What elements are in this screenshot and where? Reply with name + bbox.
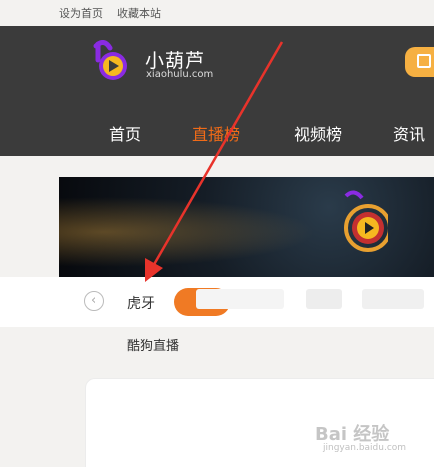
top-bar: 设为首页 收藏本站 <box>0 0 434 26</box>
platform-tab-blurred[interactable] <box>306 289 342 309</box>
set-homepage-link[interactable]: 设为首页 <box>59 5 103 21</box>
banner-logo-icon <box>344 190 388 252</box>
nav-news[interactable]: 资讯 <box>393 121 425 145</box>
logo-domain: xiaohulu.com <box>146 69 214 80</box>
prev-button[interactable]: ‹ <box>84 291 104 311</box>
platform-kugou-live[interactable]: 酷狗直播 <box>127 335 179 354</box>
chevron-left-icon: ‹ <box>91 293 97 308</box>
bookmark-link[interactable]: 收藏本站 <box>117 5 161 21</box>
platform-tab-huya[interactable]: 虎牙 <box>127 293 155 313</box>
gift-icon <box>417 54 431 68</box>
gift-button[interactable] <box>405 47 434 77</box>
nav-video-rank[interactable]: 视频榜 <box>294 121 342 145</box>
play-gourd-logo-icon[interactable] <box>92 40 132 82</box>
nav-home[interactable]: 首页 <box>109 121 141 145</box>
watermark-sub: jingyan.baidu.com <box>323 443 407 453</box>
platform-tab-blurred[interactable] <box>362 289 424 309</box>
nav-live-rank[interactable]: 直播榜 <box>192 121 240 145</box>
platform-tab-blurred[interactable] <box>196 289 284 309</box>
